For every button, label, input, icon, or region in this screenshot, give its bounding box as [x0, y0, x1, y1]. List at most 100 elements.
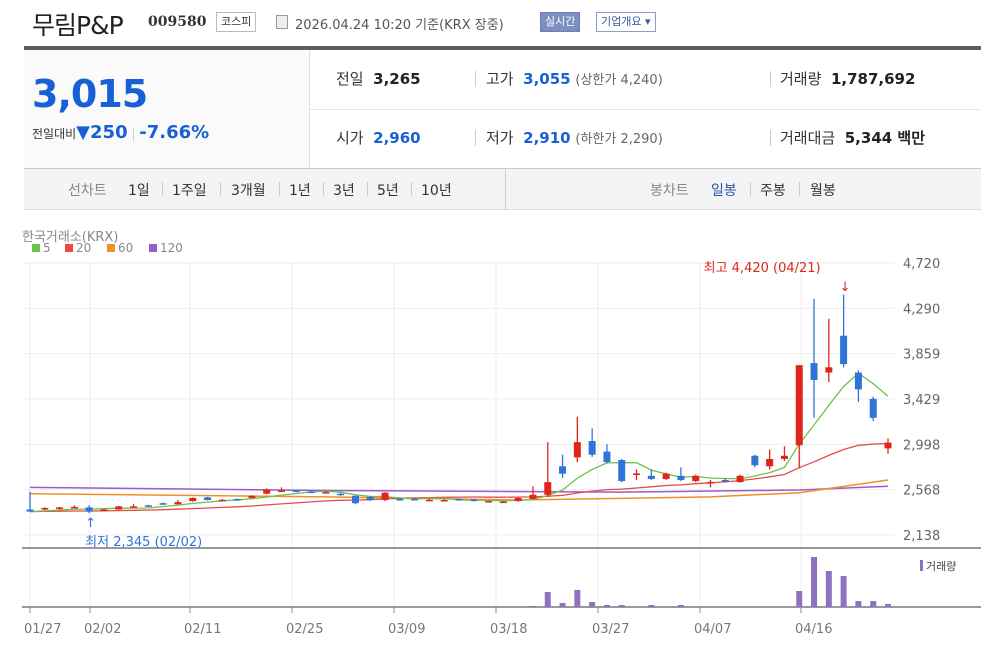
volume-bar	[574, 590, 581, 607]
tab-3m[interactable]: 3개월	[231, 180, 266, 200]
candle-body	[677, 475, 685, 481]
candle-body	[351, 495, 359, 504]
line-chart-label: 선차트	[68, 183, 107, 199]
candle-body	[26, 509, 34, 512]
up-arrow-icon: ↑	[85, 516, 96, 531]
candle	[144, 504, 152, 507]
label: 거래량	[780, 70, 822, 88]
down-arrow-icon: ↓	[840, 280, 851, 295]
candle	[56, 506, 64, 510]
tab-10y[interactable]: 10년	[421, 180, 452, 200]
candle-body	[292, 490, 300, 493]
candle-body	[425, 499, 433, 502]
candle-body	[204, 497, 212, 501]
axis-labels: 4,720 4,290 3,859 3,429 2,998 2,568 2,138 01/27…	[24, 257, 940, 637]
candle-body	[455, 498, 463, 501]
low-price: 저가 2,910 (하한가 2,290)	[486, 127, 663, 148]
candle-body	[618, 459, 626, 482]
candle-body	[514, 497, 522, 502]
divider	[770, 130, 771, 146]
tab-1w[interactable]: 1주일	[172, 180, 207, 200]
candle-body	[751, 455, 759, 466]
volume-legend-swatch	[920, 560, 923, 571]
candle-body	[144, 505, 152, 507]
value: 1,787,692	[830, 70, 916, 88]
divider	[505, 168, 506, 210]
divider	[279, 182, 280, 196]
candle-chart-label: 봉차트	[650, 183, 689, 199]
volume-bar	[796, 591, 803, 607]
candlestick-chart[interactable]: 한국거래소(KRX) 5 20 60 120 거래량 4,720 4,290 3,859 3…	[0, 215, 981, 666]
y-tick-label: 3,859	[903, 348, 940, 363]
y-tick-label: 2,568	[903, 484, 940, 499]
down-arrow-icon: ▼	[76, 122, 91, 143]
upper-limit: (상한가 4,240)	[575, 73, 663, 88]
label: 시가	[336, 129, 364, 147]
legend-swatch-ma60	[107, 244, 115, 252]
candle	[869, 396, 877, 422]
candle-body	[159, 503, 167, 505]
change-percent: -7.66%	[139, 122, 210, 143]
candle-body	[470, 499, 478, 502]
tab-weekly[interactable]: 주봉	[760, 180, 786, 200]
candle	[588, 428, 596, 457]
candle	[204, 496, 212, 501]
tab-1d[interactable]: 1일	[128, 180, 150, 200]
candle-body	[85, 507, 93, 512]
candle-body	[573, 442, 581, 458]
volume-bar	[589, 602, 596, 607]
ma20-line	[29, 442, 889, 513]
company-overview-dropdown[interactable]: 기업개요 ▾	[596, 12, 656, 32]
volume-bars: 거래량	[529, 557, 956, 607]
candle	[130, 504, 138, 508]
candle	[780, 446, 788, 462]
candle	[677, 467, 685, 482]
candle	[529, 486, 537, 500]
realtime-button[interactable]: 실시간	[540, 12, 581, 32]
open-price: 시가 2,960	[336, 127, 421, 148]
candle-body	[692, 475, 700, 482]
stock-name: 무림P&P	[32, 11, 124, 40]
grid	[22, 262, 981, 613]
tab-5y[interactable]: 5년	[377, 180, 399, 200]
value: 3,055	[523, 70, 571, 88]
candle-body	[56, 507, 64, 509]
change-amount: 250	[90, 122, 128, 143]
tab-daily[interactable]: 일봉	[711, 180, 737, 200]
y-tick-label: 3,429	[903, 393, 940, 408]
candle	[795, 365, 803, 469]
candle-body	[810, 363, 818, 380]
volume-legend-label: 거래량	[926, 560, 956, 573]
candles	[26, 294, 892, 514]
volume-bar	[529, 606, 536, 607]
current-price: 3,015	[32, 72, 148, 116]
candle	[692, 474, 700, 483]
price-change: 전일대비▼250 | -7.66%	[32, 122, 210, 143]
trade-amount: 거래대금 5,344 백만	[780, 127, 925, 148]
tab-3y[interactable]: 3년	[333, 180, 355, 200]
candle-body	[440, 500, 448, 502]
candle	[633, 469, 641, 481]
tab-monthly[interactable]: 월봉	[810, 180, 836, 200]
tab-1y[interactable]: 1년	[289, 180, 311, 200]
volume-bar	[603, 605, 610, 607]
volume-bar	[811, 557, 818, 607]
y-tick-label: 2,138	[903, 529, 940, 544]
volume-bar	[870, 601, 877, 607]
candle	[766, 449, 774, 470]
label: 거래대금	[780, 129, 836, 147]
candle-body	[499, 501, 507, 504]
y-tick-label: 4,720	[903, 257, 940, 272]
x-tick-label: 03/18	[490, 622, 527, 637]
candle	[662, 472, 670, 481]
timestamp: 2026.04.24 10:20 기준(KRX 장중)	[295, 18, 504, 33]
candle	[884, 438, 892, 454]
x-tick-label: 01/27	[24, 622, 61, 637]
candle	[41, 507, 49, 511]
candle-body	[396, 498, 404, 501]
candle-body	[130, 506, 138, 508]
candle	[115, 505, 123, 510]
value: 2,910	[523, 129, 571, 147]
candle	[810, 298, 818, 418]
calendar-icon	[276, 15, 288, 29]
